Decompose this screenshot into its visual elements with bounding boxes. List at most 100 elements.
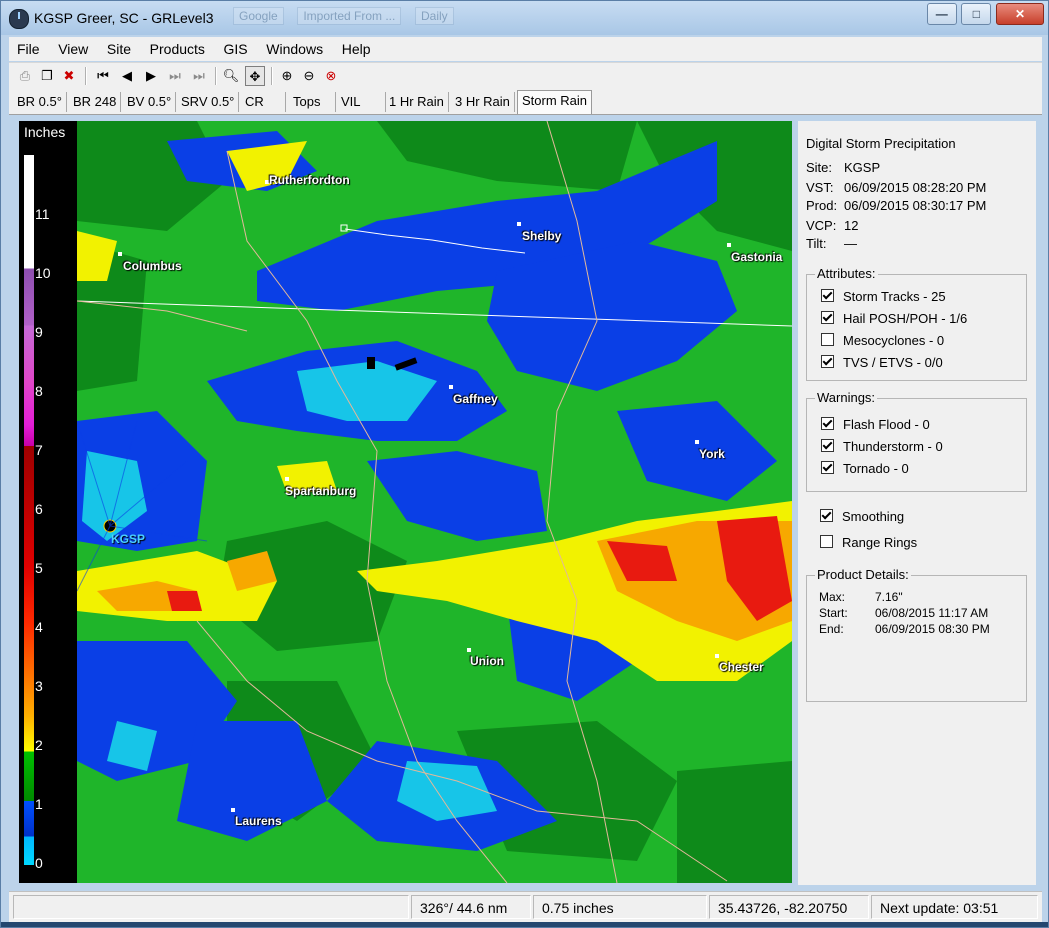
- tab-br-05[interactable]: BR 0.5°: [13, 92, 67, 112]
- toolbar-separator: [271, 67, 273, 85]
- tab-storm-rain[interactable]: Storm Rain: [517, 90, 593, 114]
- site-label: Site:: [806, 160, 833, 175]
- max-value: 7.16": [875, 590, 903, 604]
- legend-label: 5: [35, 560, 43, 576]
- checkbox-icon: [820, 535, 833, 548]
- precipitation-overlay: [77, 121, 792, 883]
- end-value: 06/09/2015 08:30 PM: [875, 622, 990, 636]
- menu-site[interactable]: Site: [99, 37, 138, 57]
- mesocyclones-checkbox[interactable]: Mesocyclones - 0: [821, 333, 944, 348]
- thunderstorm-label: Thunderstorm - 0: [843, 439, 943, 454]
- print-icon[interactable]: ⎙: [15, 66, 35, 86]
- maximize-button[interactable]: □: [961, 3, 992, 25]
- site-value: KGSP: [844, 160, 881, 175]
- radar-display[interactable]: Inches 11 10 9 8 7 6 5 4 3 2 1 0 Rutherf…: [19, 121, 792, 883]
- tvs-checkbox[interactable]: TVS / ETVS - 0/0: [821, 355, 943, 370]
- vcp-label: VCP:: [806, 218, 837, 233]
- zoom-icon[interactable]: 🔍︎: [221, 66, 241, 86]
- info-panel: Digital Storm Precipitation Site: KGSP V…: [798, 121, 1036, 885]
- tab-vil[interactable]: VIL: [337, 92, 386, 112]
- tvs-label: TVS / ETVS - 0/0: [843, 355, 943, 370]
- cancel-icon[interactable]: ✖: [59, 66, 79, 86]
- city-label: Laurens: [235, 814, 282, 828]
- hail-posh-checkbox[interactable]: Hail POSH/POH - 1/6: [821, 311, 967, 326]
- product-title: Digital Storm Precipitation: [806, 136, 956, 151]
- window-controls: — □ ✕: [926, 3, 1044, 25]
- checkbox-icon: [821, 289, 834, 302]
- minimize-button[interactable]: —: [926, 3, 957, 25]
- city-marker: [467, 648, 471, 652]
- menu-windows[interactable]: Windows: [258, 37, 330, 57]
- legend-title: Inches: [24, 124, 66, 140]
- ghost-tab: Google: [233, 7, 284, 25]
- play-icon[interactable]: ▶: [141, 66, 161, 86]
- range-rings-checkbox[interactable]: Range Rings: [820, 535, 917, 550]
- copy-icon[interactable]: ❐: [37, 66, 57, 86]
- tab-br-248[interactable]: BR 248: [69, 92, 122, 112]
- app-window: KGSP Greer, SC - GRLevel3 Google Importe…: [0, 0, 1049, 928]
- next-frame-icon[interactable]: ⏭: [165, 66, 185, 86]
- city-label: York: [699, 447, 725, 461]
- tab-1hr-rain[interactable]: 1 Hr Rain: [385, 92, 449, 112]
- vst-label: VST:: [806, 180, 834, 195]
- first-frame-icon[interactable]: ⏮: [93, 66, 113, 86]
- checkbox-icon: [820, 509, 833, 522]
- tab-cr[interactable]: CR: [241, 92, 286, 112]
- city-label: Spartanburg: [285, 484, 357, 498]
- storm-tracks-checkbox[interactable]: Storm Tracks - 25: [821, 289, 946, 304]
- pan-icon[interactable]: ✥: [245, 66, 265, 86]
- legend-label: 4: [35, 619, 43, 635]
- menu-gis[interactable]: GIS: [216, 37, 255, 57]
- city-label: Gastonia: [731, 250, 783, 264]
- tab-tops[interactable]: Tops: [289, 92, 336, 112]
- cursor-coordinates: 35.43726, -82.20750: [709, 895, 869, 919]
- tab-bv-05[interactable]: BV 0.5°: [123, 92, 177, 112]
- flash-flood-label: Flash Flood - 0: [843, 417, 930, 432]
- flash-flood-checkbox[interactable]: Flash Flood - 0: [821, 417, 930, 432]
- end-label: End:: [819, 622, 844, 636]
- toolbar-separator: [85, 67, 87, 85]
- city-label: Columbus: [123, 259, 182, 273]
- zoom-in-icon[interactable]: ⊕: [277, 66, 297, 86]
- background-browser-tabs: Google Imported From ... Daily: [233, 7, 553, 25]
- vst-value: 06/09/2015 08:28:20 PM: [844, 180, 987, 195]
- attributes-label: Attributes:: [815, 266, 878, 281]
- legend-label: 6: [35, 501, 43, 517]
- status-bar: 326°/ 44.6 nm 0.75 inches 35.43726, -82.…: [9, 891, 1042, 922]
- precipitation-map[interactable]: Rutherfordton Shelby Gastonia Columbus G…: [77, 121, 792, 883]
- prev-frame-icon[interactable]: ◀: [117, 66, 137, 86]
- menu-file[interactable]: File: [9, 37, 47, 57]
- max-label: Max:: [819, 590, 846, 604]
- city-marker: [517, 222, 521, 226]
- vcp-value: 12: [844, 218, 859, 233]
- product-details-group: Product Details: Max: 7.16" Start: 06/08…: [806, 567, 1027, 702]
- storm-tracks-label: Storm Tracks - 25: [843, 289, 946, 304]
- attributes-group: Attributes: Storm Tracks - 25 Hail POSH/…: [806, 266, 1027, 381]
- city-label: Rutherfordton: [269, 173, 350, 187]
- last-frame-icon[interactable]: ⏭: [189, 66, 209, 86]
- menu-help[interactable]: Help: [334, 37, 378, 57]
- city-label: Chester: [719, 660, 764, 674]
- checkbox-icon: [821, 311, 834, 324]
- warnings-group: Warnings: Flash Flood - 0 Thunderstorm -…: [806, 390, 1027, 492]
- mesocyclones-label: Mesocyclones - 0: [843, 333, 945, 348]
- warnings-label: Warnings:: [815, 390, 878, 405]
- menu-view[interactable]: View: [50, 37, 95, 57]
- zoom-out-icon[interactable]: ⊖: [299, 66, 319, 86]
- tab-srv-05[interactable]: SRV 0.5°: [177, 92, 240, 112]
- tornado-label: Tornado - 0: [843, 461, 909, 476]
- zoom-reset-icon[interactable]: ⊗: [321, 66, 341, 86]
- tornado-checkbox[interactable]: Tornado - 0: [821, 461, 909, 476]
- close-button[interactable]: ✕: [996, 3, 1044, 25]
- smoothing-checkbox[interactable]: Smoothing: [820, 509, 904, 524]
- start-label: Start:: [819, 606, 848, 620]
- tab-3hr-rain[interactable]: 3 Hr Rain: [451, 92, 515, 112]
- title-bar[interactable]: KGSP Greer, SC - GRLevel3 Google Importe…: [1, 1, 1048, 35]
- tilt-value: —: [844, 236, 857, 251]
- thunderstorm-checkbox[interactable]: Thunderstorm - 0: [821, 439, 943, 454]
- smoothing-label: Smoothing: [842, 509, 905, 524]
- legend-label: 2: [35, 737, 43, 753]
- taskbar: [1, 922, 1048, 927]
- menu-products[interactable]: Products: [142, 37, 212, 57]
- ghost-tab: Imported From ...: [297, 7, 402, 25]
